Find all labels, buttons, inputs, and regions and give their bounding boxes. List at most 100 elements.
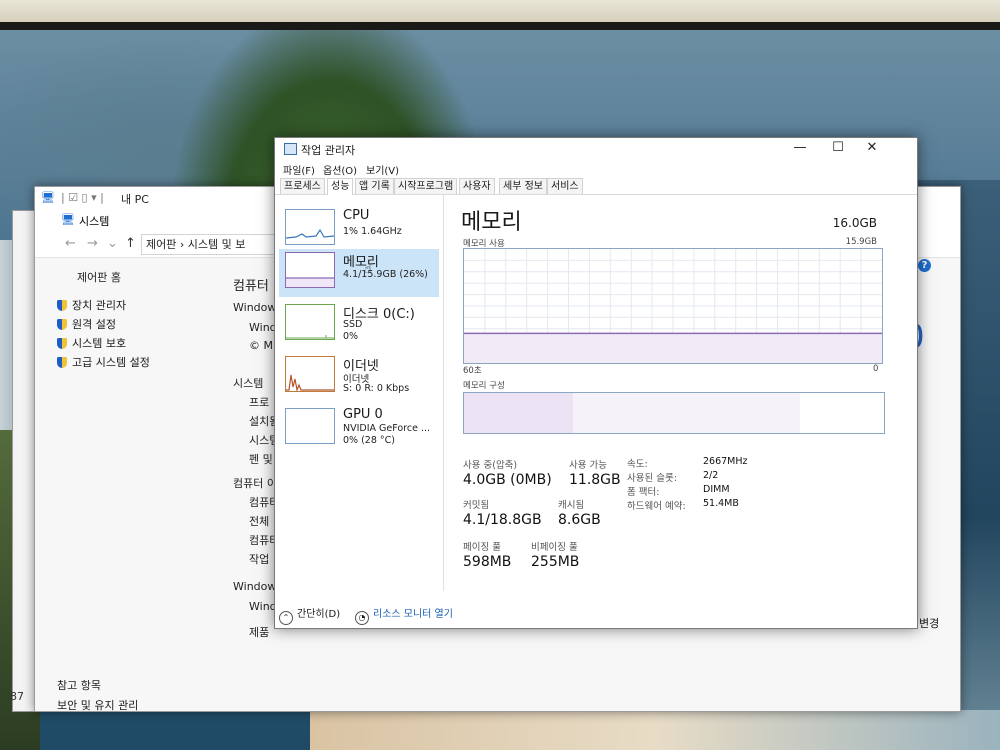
memory-composition-bar [463, 392, 885, 434]
copyright-text: © Mi [249, 339, 277, 352]
paged-pool-value: 598MB [463, 554, 512, 570]
in-use-segment [464, 393, 575, 433]
back-arrow-icon[interactable]: ← [65, 236, 76, 251]
fewer-details-button[interactable]: ⌃ 간단히(D) [279, 605, 340, 625]
tab-details[interactable]: 세부 정보 [499, 178, 547, 194]
security-maintenance-link[interactable]: 보안 및 유지 관리 [57, 697, 138, 713]
slots-used-label: 사용된 슬롯: [627, 473, 677, 484]
disk-type: SSD [343, 319, 363, 330]
memory-composition-label: 메모리 구성 [463, 381, 505, 391]
memory-usage-fill [464, 333, 882, 363]
hardware-reserved-value: 51.4MB [703, 498, 739, 509]
task-manager-window: 작업 관리자 — ☐ ✕ 파일(F) 옵션(O) 보기(V) 프로세스 성능 앱… [274, 137, 918, 629]
explorer-item-count: 87 [10, 690, 24, 703]
system-protection-link[interactable]: 시스템 보호 [57, 335, 126, 351]
maximize-icon[interactable]: ☐ [829, 140, 847, 155]
gpu-model: NVIDIA GeForce ... [343, 423, 431, 434]
task-manager-icon [284, 143, 297, 155]
tab-app-history[interactable]: 앱 기록 [355, 178, 394, 194]
tab-services[interactable]: 서비스 [547, 178, 583, 194]
cached-label: 캐시됨 [558, 500, 585, 511]
wallpaper-shore [310, 710, 1000, 750]
chevron-up-icon: ⌃ [279, 611, 293, 625]
computer-icon: 🖥 [41, 191, 55, 204]
dropdown-icon[interactable]: ⌄ [107, 236, 118, 251]
remote-settings-link[interactable]: 원격 설정 [57, 316, 116, 332]
menu-options[interactable]: 옵션(O) [323, 162, 357, 177]
graph-axis-right: 0 [873, 364, 879, 374]
tab-users[interactable]: 사용자 [459, 178, 495, 194]
nonpaged-pool-label: 비페이징 풀 [531, 542, 578, 553]
memory-label: 메모리 [343, 255, 379, 270]
tab-performance[interactable]: 성능 [327, 178, 354, 195]
in-use-label: 사용 중(압축) [463, 460, 518, 471]
cpu-label: CPU [343, 208, 370, 223]
cpu-sparkline [286, 228, 334, 239]
memory-thumbnail-graph [285, 252, 335, 288]
see-also-heading: 참고 항목 [57, 679, 101, 692]
graph-axis-left: 60초 [463, 366, 482, 376]
memory-sparkline [286, 277, 334, 287]
standby-segment [573, 393, 801, 433]
mouse-cursor-icon: ☝ [364, 262, 372, 277]
help-icon[interactable]: ? [918, 259, 931, 272]
available-value: 11.8GB [569, 472, 621, 488]
up-arrow-icon[interactable]: ↑ [125, 236, 136, 251]
system-icon: 🖥 [61, 213, 75, 226]
pen-touch-label: 펜 및 [249, 453, 273, 466]
disk-sparkline [286, 335, 334, 339]
form-factor-label: 폼 팩터: [627, 487, 660, 498]
speed-label: 속도: [627, 459, 648, 470]
forward-arrow-icon[interactable]: → [87, 236, 98, 251]
cpu-thumbnail-graph [285, 209, 335, 245]
change-settings-link[interactable]: 변경 [919, 615, 939, 631]
gpu-thumbnail-graph [285, 408, 335, 444]
resource-cpu[interactable]: CPU 1% 1.64GHz [279, 206, 439, 254]
resource-gpu[interactable]: GPU 0 NVIDIA GeForce ... 0% (28 °C) [279, 405, 439, 453]
task-manager-title-bar[interactable]: 작업 관리자 — ☐ ✕ [275, 138, 917, 160]
memory-usage-max: 15.9GB [845, 237, 877, 247]
quick-access-icons[interactable]: | ☑ ▯ ▾ | [61, 191, 104, 204]
control-panel-home-link[interactable]: 제어판 홈 [77, 269, 121, 285]
gpu-usage: 0% (28 °C) [343, 435, 395, 446]
resource-ethernet[interactable]: 이더넷 이더넷 S: 0 R: 0 Kbps [279, 353, 439, 401]
product-id-label: 제품 [249, 626, 270, 639]
close-icon[interactable]: ✕ [863, 140, 881, 155]
speed-value: 2667MHz [703, 456, 748, 467]
memory-heading: 메모리 [461, 210, 522, 235]
memory-usage: 4.1/15.9GB (26%) [343, 269, 428, 280]
open-resource-monitor-link[interactable]: ◔ 리소스 모니터 열기 [355, 605, 453, 625]
ethernet-throughput: S: 0 R: 0 Kbps [343, 383, 410, 394]
window-title: 작업 관리자 [301, 144, 356, 157]
shield-icon [57, 300, 67, 311]
shield-icon [57, 319, 67, 330]
advanced-system-settings-link[interactable]: 고급 시스템 설정 [57, 354, 150, 370]
breadcrumb[interactable]: 제어판 › 시스템 및 보 [141, 234, 287, 255]
device-manager-link[interactable]: 장치 관리자 [57, 297, 126, 313]
slots-used-value: 2/2 [703, 470, 719, 481]
hardware-reserved-label: 하드웨어 예약: [627, 501, 686, 512]
resource-list: CPU 1% 1.64GHz 메모리 4.1/15.9GB (26%) 디스크 … [275, 195, 444, 591]
ethernet-thumbnail-graph [285, 356, 335, 392]
tab-processes[interactable]: 프로세스 [280, 178, 325, 194]
ethernet-sparkline [286, 374, 334, 391]
resource-memory[interactable]: 메모리 4.1/15.9GB (26%) [279, 249, 439, 297]
in-use-value: 4.0GB (0MB) [463, 472, 552, 488]
system-heading: 컴퓨터 [233, 279, 269, 294]
system-window-title: 시스템 [79, 215, 110, 228]
memory-usage-graph [463, 248, 883, 364]
free-segment [800, 393, 884, 433]
explorer-title: 내 PC [121, 193, 149, 206]
resource-disk[interactable]: 디스크 0(C:) SSD 0% [279, 301, 439, 349]
tab-startup[interactable]: 시작프로그램 [394, 178, 458, 194]
task-manager-footer: ⌃ 간단히(D) ◔ 리소스 모니터 열기 [275, 598, 917, 625]
menu-file[interactable]: 파일(F) [283, 162, 315, 177]
committed-label: 커밋됨 [463, 500, 490, 511]
menu-view[interactable]: 보기(V) [366, 162, 399, 177]
computer-name-heading: 컴퓨터 이 [233, 477, 277, 490]
workgroup-label: 작업 [249, 553, 270, 566]
cached-value: 8.6GB [558, 512, 601, 528]
minimize-icon[interactable]: — [791, 140, 809, 155]
disk-usage: 0% [343, 331, 359, 342]
resource-monitor-icon: ◔ [355, 611, 369, 625]
